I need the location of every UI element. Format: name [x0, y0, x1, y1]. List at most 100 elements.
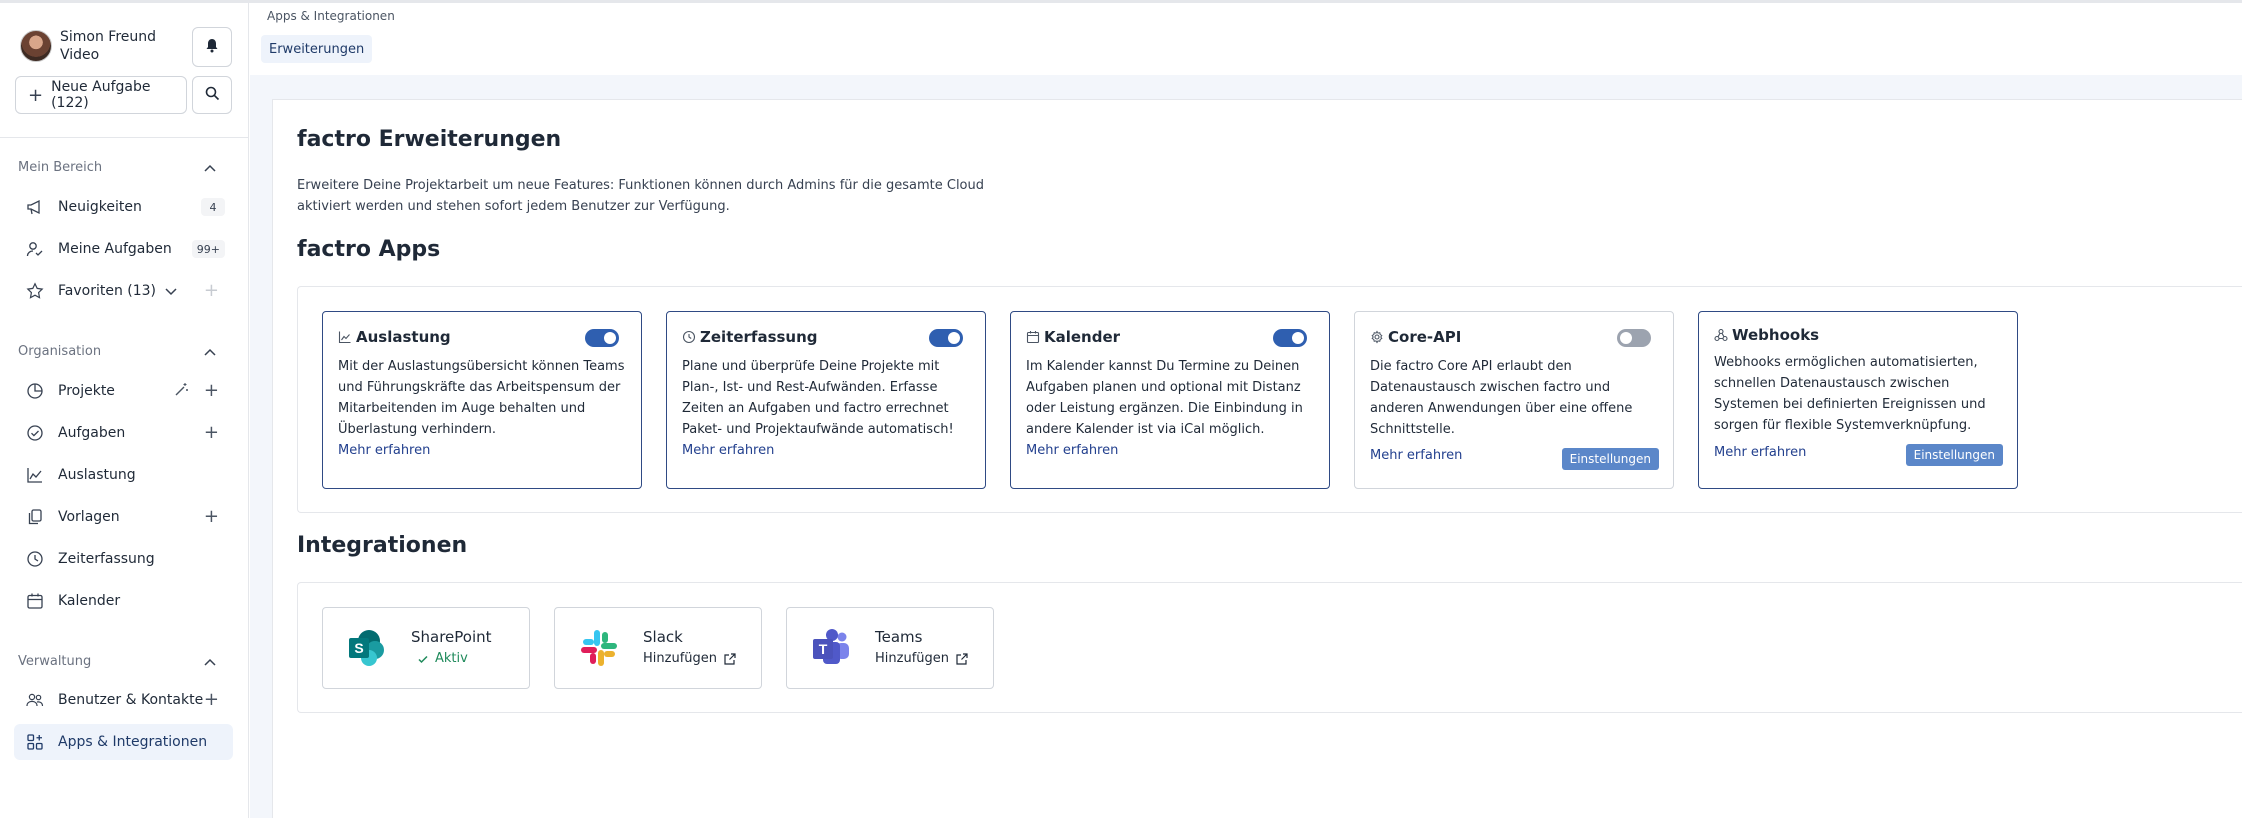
app-toggle[interactable]	[1617, 329, 1651, 347]
new-task-button[interactable]: + Neue Aufgabe (122)	[15, 76, 187, 114]
external-link-icon	[949, 652, 969, 666]
app-card-auslastung: Auslastung Mit der Auslastungsübersicht …	[322, 311, 642, 489]
sidebar-item-vorlagen[interactable]: Vorlagen +	[14, 499, 233, 535]
integration-add-link[interactable]: Hinzufügen	[643, 651, 717, 666]
page-description: Erweitere Deine Projektarbeit um neue Fe…	[297, 178, 985, 214]
app-toggle[interactable]	[1273, 329, 1307, 347]
app-description: Mit der Auslastungsübersicht können Team…	[338, 359, 625, 437]
sidebar-item-label: Zeiterfassung	[58, 551, 155, 567]
teams-logo-icon: T	[811, 628, 851, 668]
sidebar-item-neuigkeiten[interactable]: Neuigkeiten 4	[14, 189, 233, 225]
integration-title: SharePoint	[411, 628, 492, 646]
app-toggle[interactable]	[585, 329, 619, 347]
plus-icon: +	[28, 84, 44, 106]
check-circle-icon	[26, 424, 44, 442]
clock-icon	[682, 330, 696, 344]
app-toggle[interactable]	[929, 329, 963, 347]
gear-icon	[1370, 330, 1384, 344]
app-description: Webhooks ermöglichen automatisierten, sc…	[1714, 355, 1986, 433]
add-user-button[interactable]: +	[204, 689, 219, 710]
users-icon	[26, 691, 44, 709]
more-link[interactable]: Mehr erfahren	[1026, 440, 1314, 461]
pie-chart-icon	[26, 382, 44, 400]
app-card-kalender: Kalender Im Kalender kannst Du Termine z…	[1010, 311, 1330, 489]
add-task-button[interactable]: +	[204, 422, 219, 443]
sidebar-item-zeiterfassung[interactable]: Zeiterfassung	[14, 541, 233, 577]
add-favorite-button[interactable]: +	[204, 280, 219, 301]
app-card-core-api: Core-API Die factro Core API erlaubt den…	[1354, 311, 1674, 489]
sidebar-divider	[0, 137, 249, 138]
more-link[interactable]: Mehr erfahren	[338, 440, 626, 461]
app-title: Auslastung	[356, 328, 451, 346]
sidebar-item-label: Vorlagen	[58, 509, 120, 525]
integrations-section-title: Integrationen	[297, 533, 468, 558]
calendar-icon	[1026, 330, 1040, 344]
app-card-zeiterfassung: Zeiterfassung Plane und überprüfe Deine …	[666, 311, 986, 489]
integration-card-slack[interactable]: Slack Hinzufügen	[554, 607, 762, 689]
sidebar-item-benutzer-kontakte[interactable]: Benutzer & Kontakte +	[14, 682, 233, 718]
search-icon	[205, 86, 220, 105]
sharepoint-logo-icon: S	[347, 628, 387, 668]
chevron-up-icon[interactable]	[202, 655, 218, 671]
star-icon	[26, 282, 44, 300]
sidebar: Simon Freund Video + Neue Aufgabe (122) …	[0, 3, 249, 818]
integration-add-link[interactable]: Hinzufügen	[875, 651, 949, 666]
count-badge: 99+	[191, 240, 225, 258]
apps-grid-icon	[26, 733, 44, 751]
sidebar-item-label: Aufgaben	[58, 425, 126, 441]
breadcrumb[interactable]: Apps & Integrationen	[267, 9, 395, 23]
integration-status: Aktiv	[435, 651, 468, 666]
integration-title: Teams	[875, 628, 923, 646]
settings-button[interactable]: Einstellungen	[1561, 448, 1659, 470]
app-title: Core-API	[1388, 328, 1462, 346]
copy-icon	[26, 508, 44, 526]
clock-icon	[26, 550, 44, 568]
settings-button[interactable]: Einstellungen	[1905, 444, 2003, 466]
search-button[interactable]	[192, 76, 232, 114]
section-mein-bereich: Mein Bereich	[18, 160, 103, 175]
sidebar-item-label: Favoriten (13)	[58, 283, 157, 299]
notifications-button[interactable]	[192, 27, 232, 67]
chevron-up-icon[interactable]	[202, 161, 218, 177]
sidebar-item-label: Kalender	[58, 593, 121, 609]
sidebar-item-kalender[interactable]: Kalender	[14, 583, 233, 619]
sidebar-item-favoriten[interactable]: Favoriten (13) +	[14, 273, 233, 309]
more-link[interactable]: Mehr erfahren	[682, 440, 970, 461]
slack-logo-icon	[579, 628, 619, 668]
app-card-webhooks: Webhooks Webhooks ermöglichen automatisi…	[1698, 311, 2018, 489]
webhook-icon	[1714, 328, 1728, 342]
add-template-button[interactable]: +	[204, 506, 219, 527]
new-task-label: Neue Aufgabe (122)	[51, 79, 151, 111]
app-title: Kalender	[1044, 328, 1121, 346]
sidebar-item-apps-integrationen[interactable]: Apps & Integrationen	[14, 724, 233, 760]
bell-icon	[205, 38, 219, 57]
megaphone-icon	[26, 198, 44, 216]
chevron-down-icon[interactable]	[164, 284, 178, 298]
section-verwaltung: Verwaltung	[18, 654, 92, 669]
avatar	[20, 30, 52, 62]
sidebar-item-auslastung[interactable]: Auslastung	[14, 457, 233, 493]
add-project-button[interactable]: +	[204, 380, 219, 401]
app-description: Plane und überprüfe Deine Projekte mit P…	[682, 359, 954, 437]
user-profile[interactable]: Simon Freund Video	[20, 28, 156, 64]
magic-wand-icon[interactable]	[173, 382, 189, 398]
sidebar-item-aufgaben[interactable]: Aufgaben +	[14, 415, 233, 451]
user-name: Simon Freund	[60, 29, 157, 45]
integration-title: Slack	[643, 628, 683, 646]
tab-erweiterungen[interactable]: Erweiterungen	[261, 35, 373, 63]
calendar-icon	[26, 592, 44, 610]
svg-text:S: S	[354, 640, 363, 656]
sidebar-item-label: Apps & Integrationen	[58, 734, 208, 750]
top-border	[0, 0, 2242, 3]
sidebar-item-projekte[interactable]: Projekte +	[14, 373, 233, 409]
svg-text:T: T	[819, 641, 828, 657]
check-icon	[411, 653, 429, 665]
integration-card-teams[interactable]: T Teams Hinzufügen	[786, 607, 994, 689]
sidebar-item-label: Neuigkeiten	[58, 199, 142, 215]
sidebar-item-label: Auslastung	[58, 467, 136, 483]
section-organisation: Organisation	[18, 344, 102, 359]
integration-card-sharepoint[interactable]: S SharePoint Aktiv	[322, 607, 530, 689]
page-title: factro Erweiterungen	[297, 127, 562, 152]
chevron-up-icon[interactable]	[202, 345, 218, 361]
sidebar-item-meine-aufgaben[interactable]: Meine Aufgaben 99+	[14, 231, 233, 267]
